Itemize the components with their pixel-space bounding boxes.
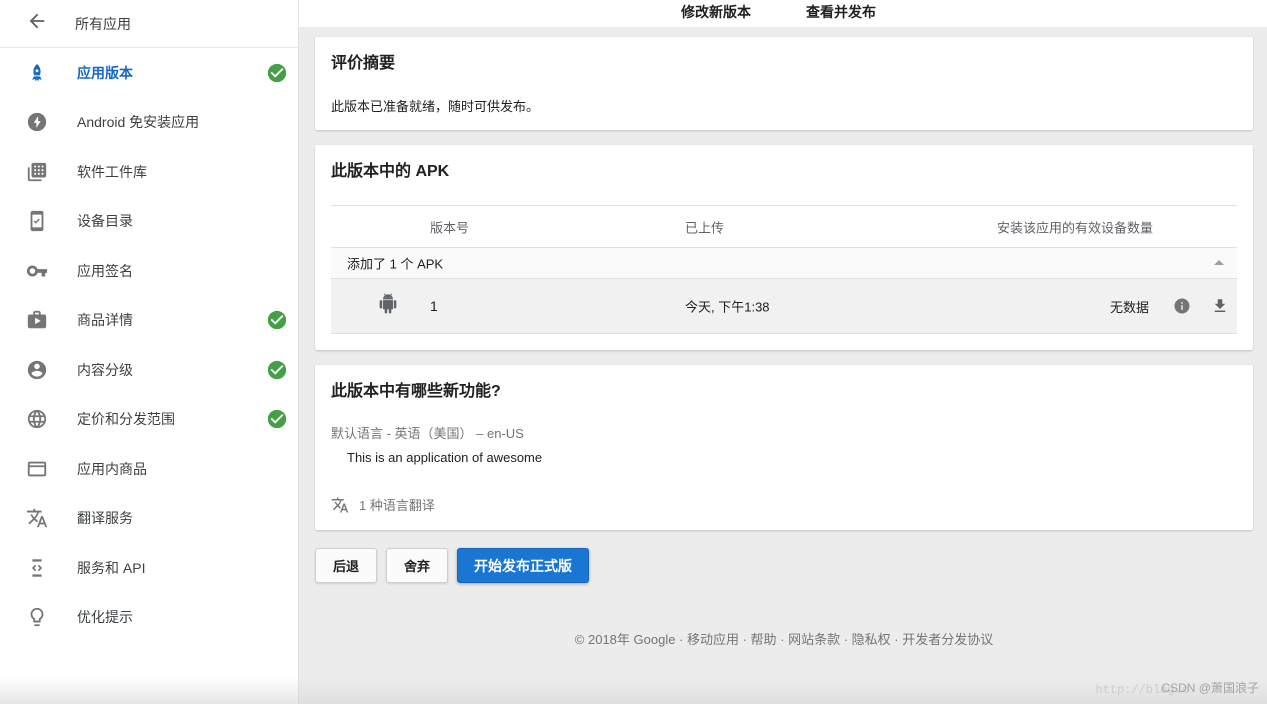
review-summary-card: 评价摘要 此版本已准备就绪，随时可供发布。 xyxy=(315,37,1253,130)
globe-icon xyxy=(26,407,50,431)
sidebar-item-in-app-products[interactable]: 应用内商品 xyxy=(0,444,298,494)
whats-new-card: 此版本中有哪些新功能? 默认语言 - 英语（美国） – en-US This i… xyxy=(315,365,1253,530)
footer-links[interactable]: © 2018年 Google · 移动应用 · 帮助 · 网站条款 · 隐私权 … xyxy=(315,629,1253,648)
column-header-version: 版本号 xyxy=(430,217,469,236)
main-content: 修改新版本 查看并发布 评价摘要 此版本已准备就绪，随时可供发布。 此版本中的 … xyxy=(299,0,1267,704)
review-summary-title: 评价摘要 xyxy=(331,53,1237,75)
sidebar-item-label: 定价和分发范围 xyxy=(77,409,175,429)
apk-table: 版本号 已上传 安装该应用的有效设备数量 添加了 1 个 APK xyxy=(331,205,1237,334)
apk-group-row[interactable]: 添加了 1 个 APK xyxy=(331,248,1237,279)
info-icon[interactable] xyxy=(1173,297,1191,315)
device-catalog-icon xyxy=(26,209,50,233)
apk-row: 1 今天, 下午1:38 无数据 xyxy=(331,279,1237,334)
sidebar-back-label: 所有应用 xyxy=(75,14,131,34)
apk-devices-value: 无数据 xyxy=(1110,297,1149,316)
sidebar-item-label: 优化提示 xyxy=(77,607,133,627)
release-notes-text: This is an application of awesome xyxy=(347,450,1237,465)
back-arrow-icon xyxy=(26,10,48,37)
sidebar-item-app-releases[interactable]: 应用版本 xyxy=(0,48,298,98)
translate-small-icon xyxy=(331,496,349,514)
lightbulb-icon xyxy=(26,605,50,629)
sidebar-back-all-apps[interactable]: 所有应用 xyxy=(0,0,298,48)
tab-edit-release[interactable]: 修改新版本 xyxy=(681,2,751,22)
apk-group-label: 添加了 1 个 APK xyxy=(347,254,443,273)
check-circle-icon xyxy=(266,62,288,84)
sidebar-item-label: 商品详情 xyxy=(77,310,133,330)
discard-button[interactable]: 舍弃 xyxy=(386,548,448,583)
sidebar-item-label: 设备目录 xyxy=(77,211,133,231)
in-app-products-icon xyxy=(26,457,50,481)
store-listing-icon xyxy=(26,308,50,332)
apk-card: 此版本中的 APK 版本号 已上传 安装该应用的有效设备数量 添加了 1 个 A… xyxy=(315,145,1253,350)
sidebar-item-label: 应用签名 xyxy=(77,261,133,281)
services-api-icon xyxy=(26,556,50,580)
sidebar-item-optimization-tips[interactable]: 优化提示 xyxy=(0,593,298,643)
sidebar-item-label: 翻译服务 xyxy=(77,508,133,528)
review-summary-body: 此版本已准备就绪，随时可供发布。 xyxy=(331,96,1237,115)
content-rating-icon xyxy=(26,358,50,382)
apk-card-title: 此版本中的 APK xyxy=(331,161,1237,183)
sidebar-item-instant-apps[interactable]: Android 免安装应用 xyxy=(0,98,298,148)
key-icon xyxy=(26,259,50,283)
start-rollout-button[interactable]: 开始发布正式版 xyxy=(457,548,589,583)
sidebar-item-device-catalog[interactable]: 设备目录 xyxy=(0,197,298,247)
cards-container: 评价摘要 此版本已准备就绪，随时可供发布。 此版本中的 APK 版本号 已上传 … xyxy=(299,27,1267,530)
sidebar-item-label: 应用内商品 xyxy=(77,459,147,479)
column-header-devices: 安装该应用的有效设备数量 xyxy=(997,217,1153,236)
translate-icon xyxy=(26,506,50,530)
apk-uploaded-time: 今天, 下午1:38 xyxy=(685,297,770,316)
apk-row-right-cluster: 无数据 xyxy=(1110,279,1229,333)
apk-table-header: 版本号 已上传 安装该应用的有效设备数量 xyxy=(331,206,1237,248)
whats-new-title: 此版本中有哪些新功能? xyxy=(331,381,1237,403)
sidebar-item-app-signing[interactable]: 应用签名 xyxy=(0,246,298,296)
tab-review-rollout[interactable]: 查看并发布 xyxy=(806,2,876,22)
sidebar-item-store-listing[interactable]: 商品详情 xyxy=(0,296,298,346)
sidebar-item-pricing-distribution[interactable]: 定价和分发范围 xyxy=(0,395,298,445)
android-robot-icon xyxy=(378,294,398,319)
sidebar-item-services-api[interactable]: 服务和 API xyxy=(0,543,298,593)
translations-count-label: 1 种语言翻译 xyxy=(359,495,435,514)
sidebar-item-label: 软件工件库 xyxy=(77,162,147,182)
check-circle-icon xyxy=(266,359,288,381)
column-header-uploaded: 已上传 xyxy=(685,217,724,236)
translations-row[interactable]: 1 种语言翻译 xyxy=(331,495,1237,514)
download-icon[interactable] xyxy=(1211,297,1229,315)
back-button[interactable]: 后退 xyxy=(315,548,377,583)
sidebar-item-content-rating[interactable]: 内容分级 xyxy=(0,345,298,395)
sidebar-bottom-fade xyxy=(0,674,298,704)
play-console-app: 所有应用 应用版本 Android 免安装应用 软件工件库 xyxy=(0,0,1267,704)
sidebar-item-label: 服务和 API xyxy=(77,558,145,578)
collapse-arrow-icon[interactable] xyxy=(1207,251,1231,275)
artifact-library-icon xyxy=(26,160,50,184)
sidebar-item-label: Android 免安装应用 xyxy=(77,112,199,132)
check-circle-icon xyxy=(266,309,288,331)
sidebar-item-translation-service[interactable]: 翻译服务 xyxy=(0,494,298,544)
sidebar: 所有应用 应用版本 Android 免安装应用 软件工件库 xyxy=(0,0,299,704)
watermark-csdn: CSDN @萧国浪子 xyxy=(1161,679,1259,696)
apk-version-code: 1 xyxy=(430,298,438,314)
default-language-line: 默认语言 - 英语（美国） – en-US xyxy=(331,423,1237,442)
check-circle-icon xyxy=(266,408,288,430)
actions-bar: 后退 舍弃 开始发布正式版 xyxy=(315,548,1253,583)
rocket-icon xyxy=(26,61,50,85)
sidebar-item-artifact-library[interactable]: 软件工件库 xyxy=(0,147,298,197)
sidebar-item-label: 内容分级 xyxy=(77,360,133,380)
release-steps-bar: 修改新版本 查看并发布 xyxy=(299,0,1267,27)
flash-icon xyxy=(26,110,50,134)
sidebar-item-label: 应用版本 xyxy=(77,63,133,83)
